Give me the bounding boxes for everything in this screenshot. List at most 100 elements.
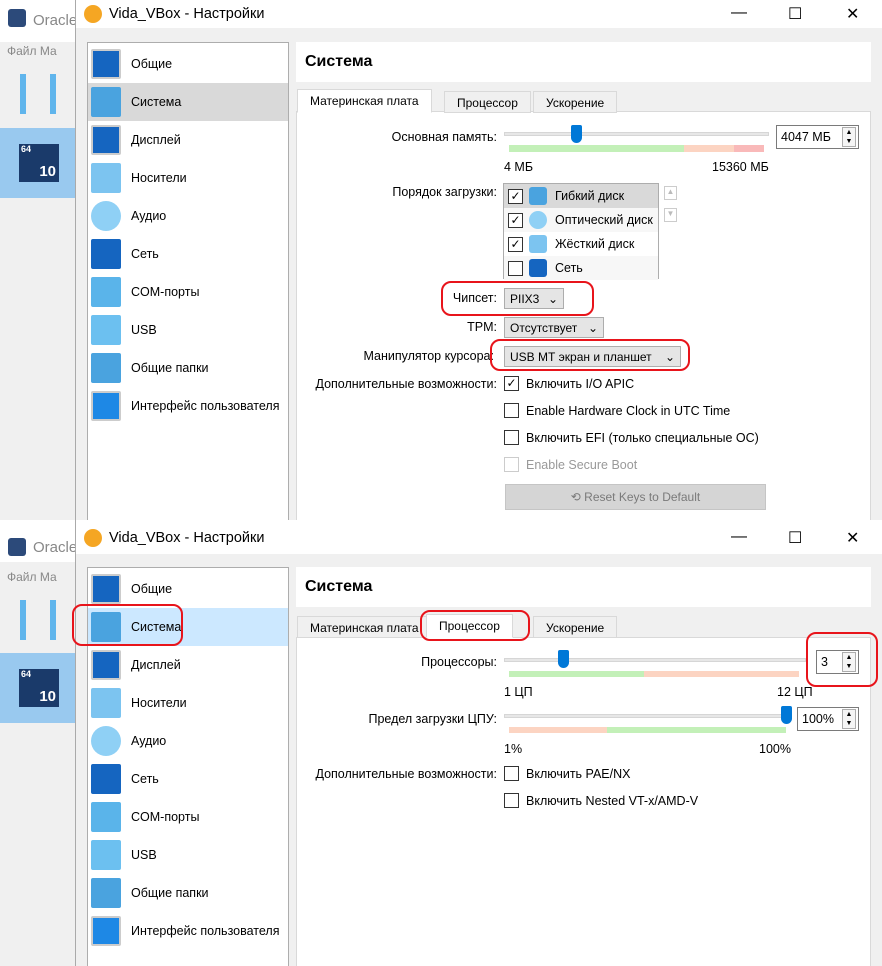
reset-keys-button: ⟲ Reset Keys to Default bbox=[505, 484, 766, 510]
maximize-button[interactable]: ☐ bbox=[788, 528, 802, 548]
user-interface-icon bbox=[91, 916, 121, 946]
tpm-value: Отсутствует bbox=[510, 321, 578, 335]
sidebar-item-storage[interactable]: Носители bbox=[88, 684, 288, 722]
shared-folder-icon bbox=[91, 353, 121, 383]
settings-window-processor: Oracle Файл Ма 64 10 Vida_VBox - Настройк… bbox=[0, 520, 882, 966]
sidebar-item-general[interactable]: Общие bbox=[88, 45, 288, 83]
processors-slider-thumb[interactable] bbox=[558, 650, 569, 668]
audio-icon bbox=[91, 726, 121, 756]
sidebar-item-shared-folders[interactable]: Общие папки bbox=[88, 349, 288, 387]
extended-features-label: Дополнительные возможности: bbox=[315, 377, 497, 391]
spin-arrows-icon[interactable]: ▲ ▼ bbox=[842, 709, 856, 729]
boot-checkbox[interactable]: ✓ bbox=[508, 188, 523, 204]
vm-list-item[interactable]: 64 10 bbox=[0, 653, 76, 723]
gear-icon bbox=[84, 5, 102, 23]
reset-keys-label: Reset Keys to Default bbox=[584, 490, 701, 504]
pointer-label: Манипулятор курсора: bbox=[363, 349, 494, 363]
usb-icon bbox=[91, 840, 121, 870]
boot-item-network[interactable]: Сеть bbox=[504, 256, 658, 280]
boot-checkbox[interactable]: ✓ bbox=[508, 236, 523, 252]
tab-motherboard[interactable]: Материнская плата bbox=[297, 616, 432, 638]
boot-item-label: Гибкий диск bbox=[555, 189, 625, 203]
spin-arrows-icon[interactable]: ▲ ▼ bbox=[842, 127, 856, 147]
cpu-cap-scale bbox=[509, 727, 786, 733]
sidebar-item-network[interactable]: Сеть bbox=[88, 235, 288, 273]
sidebar-item-audio[interactable]: Аудио bbox=[88, 722, 288, 760]
io-apic-checkbox[interactable]: ✓ bbox=[504, 376, 519, 391]
tab-acceleration[interactable]: Ускорение bbox=[533, 91, 618, 113]
background-menu: Файл Ма bbox=[7, 44, 57, 58]
maximize-button[interactable]: ☐ bbox=[788, 4, 802, 24]
boot-item-hdd[interactable]: ✓ Жёсткий диск bbox=[504, 232, 658, 256]
sidebar-item-label: Носители bbox=[131, 696, 187, 710]
windows10-vm-icon: 64 10 bbox=[19, 144, 59, 182]
system-chip-icon bbox=[91, 87, 121, 117]
efi-checkbox[interactable] bbox=[504, 430, 519, 445]
title-bar: Vida_VBox - Настройки — ☐ ✕ bbox=[76, 520, 882, 554]
efi-label: Включить EFI (только специальные ОС) bbox=[526, 431, 759, 445]
boot-item-floppy[interactable]: ✓ Гибкий диск bbox=[504, 184, 658, 208]
sidebar-item-com-ports[interactable]: COM-порты bbox=[88, 798, 288, 836]
sidebar-item-shared-folders[interactable]: Общие папки bbox=[88, 874, 288, 912]
memory-slider-thumb[interactable] bbox=[571, 125, 582, 143]
cpu-cap-spinbox[interactable]: 100% ▲ ▼ bbox=[797, 707, 859, 731]
cpu-cap-slider-thumb[interactable] bbox=[781, 706, 792, 724]
sidebar-item-label: Дисплей bbox=[131, 133, 181, 147]
sidebar-item-usb[interactable]: USB bbox=[88, 836, 288, 874]
display-icon bbox=[91, 650, 121, 680]
tab-acceleration[interactable]: Ускорение bbox=[533, 616, 618, 638]
annotation-pointer bbox=[490, 339, 690, 371]
close-button[interactable]: ✕ bbox=[846, 4, 859, 24]
reset-icon: ⟲ bbox=[570, 490, 585, 504]
sidebar-item-system[interactable]: Система bbox=[88, 83, 288, 121]
tab-processor[interactable]: Процессор bbox=[444, 91, 531, 113]
background-app-title: Oracle bbox=[33, 12, 78, 29]
sidebar-item-label: Общие папки bbox=[131, 886, 209, 900]
sidebar-item-general[interactable]: Общие bbox=[88, 570, 288, 608]
sidebar-item-user-interface[interactable]: Интерфейс пользователя bbox=[88, 912, 288, 950]
optical-disc-icon bbox=[529, 211, 547, 229]
tab-motherboard[interactable]: Материнская плата bbox=[297, 89, 432, 113]
background-app-title: Oracle bbox=[33, 539, 78, 556]
boot-checkbox[interactable] bbox=[508, 260, 523, 276]
vm-list-item[interactable]: 64 10 bbox=[0, 128, 76, 198]
memory-spinbox[interactable]: 4047 МБ ▲ ▼ bbox=[776, 125, 859, 149]
extended-features-label: Дополнительные возможности: bbox=[315, 767, 497, 781]
audio-icon bbox=[91, 201, 121, 231]
sidebar-item-label: USB bbox=[131, 323, 157, 337]
sidebar-item-storage[interactable]: Носители bbox=[88, 159, 288, 197]
nested-vtx-checkbox[interactable] bbox=[504, 793, 519, 808]
boot-item-optical[interactable]: ✓ Оптический диск bbox=[504, 208, 658, 232]
sidebar-item-display[interactable]: Дисплей bbox=[88, 121, 288, 159]
sidebar-item-audio[interactable]: Аудио bbox=[88, 197, 288, 235]
gear-icon bbox=[84, 529, 102, 547]
sidebar-item-label: Общие папки bbox=[131, 361, 209, 375]
processors-scale bbox=[509, 671, 799, 677]
nested-vtx-label: Включить Nested VT-x/AMD-V bbox=[526, 794, 699, 808]
general-icon bbox=[91, 49, 121, 79]
tpm-select[interactable]: Отсутствует ⌄ bbox=[504, 317, 604, 338]
minimize-button[interactable]: — bbox=[731, 4, 747, 22]
sidebar-item-network[interactable]: Сеть bbox=[88, 760, 288, 798]
pae-nx-checkbox[interactable] bbox=[504, 766, 519, 781]
sidebar-item-user-interface[interactable]: Интерфейс пользователя bbox=[88, 387, 288, 425]
memory-slider[interactable] bbox=[504, 132, 769, 136]
sidebar-item-usb[interactable]: USB bbox=[88, 311, 288, 349]
windows10-vm-icon: 64 10 bbox=[19, 669, 59, 707]
cpu-cap-max: 100% bbox=[759, 742, 791, 756]
serial-port-icon bbox=[91, 277, 121, 307]
sidebar-item-com-ports[interactable]: COM-порты bbox=[88, 273, 288, 311]
settings-dialog: Vida_VBox - Настройки — ☐ ✕ Общие Систем… bbox=[75, 520, 882, 966]
sidebar-item-display[interactable]: Дисплей bbox=[88, 646, 288, 684]
boot-checkbox[interactable]: ✓ bbox=[508, 212, 523, 228]
minimize-button[interactable]: — bbox=[731, 528, 747, 546]
window-title: Vida_VBox - Настройки bbox=[109, 530, 265, 546]
background-virtualbox-manager bbox=[0, 520, 76, 966]
move-up-icon[interactable]: ▲ bbox=[664, 186, 677, 200]
processors-slider[interactable] bbox=[504, 658, 806, 662]
move-down-icon[interactable]: ▼ bbox=[664, 208, 677, 222]
utc-clock-checkbox[interactable] bbox=[504, 403, 519, 418]
cpu-cap-slider[interactable] bbox=[504, 714, 792, 718]
sidebar-item-label: COM-порты bbox=[131, 810, 200, 824]
close-button[interactable]: ✕ bbox=[846, 528, 859, 548]
